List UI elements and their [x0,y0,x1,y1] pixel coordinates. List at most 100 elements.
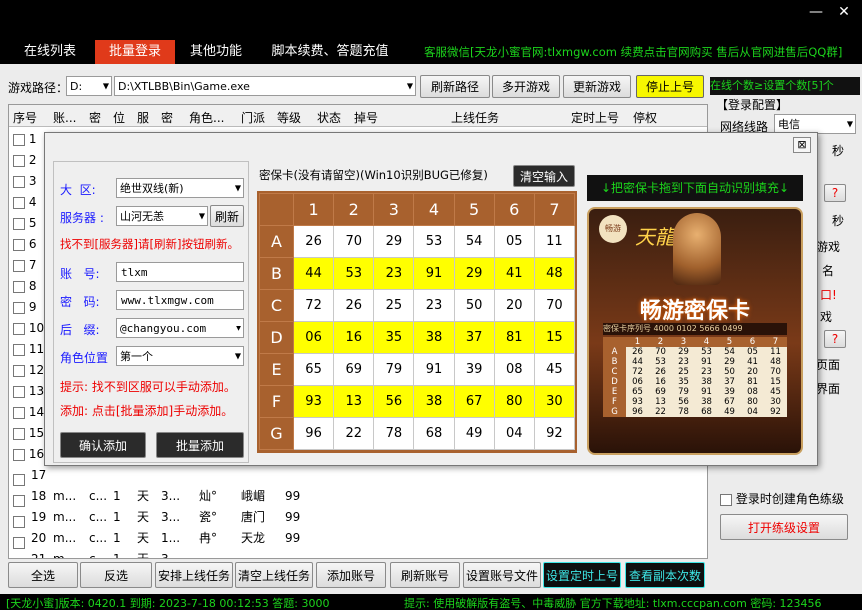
row-checkbox[interactable] [13,385,25,398]
suffix-select[interactable]: @changyou.com ▼ [116,318,244,338]
invert-select-button[interactable]: 反选 [80,562,152,588]
card-cell[interactable]: 29 [453,257,495,290]
card-cell[interactable]: 04 [493,417,535,450]
card-cell[interactable]: 41 [493,257,535,290]
table-row[interactable]: 6 [9,234,49,255]
card-cell[interactable]: 26 [333,289,375,322]
row-checkbox[interactable] [13,448,25,461]
clear-task-button[interactable]: 清空上线任务 [235,562,313,588]
tab-renew[interactable]: 脚本续费、答题充值 [260,40,400,64]
row-checkbox[interactable] [13,343,25,356]
card-cell[interactable]: 15 [533,321,576,354]
row-checkbox[interactable] [13,238,25,251]
card-cell[interactable]: 91 [413,257,455,290]
row-checkbox[interactable] [13,175,25,188]
card-cell[interactable]: 23 [373,257,415,290]
table-row[interactable]: 13 [9,381,49,402]
card-cell[interactable]: 91 [413,353,455,386]
help-button[interactable]: ? [824,184,846,202]
card-cell[interactable]: 38 [413,385,455,418]
table-row[interactable]: 11 [9,339,49,360]
card-cell[interactable]: 30 [533,385,576,418]
role-select[interactable]: 第一个 ▼ [116,346,244,366]
minimize-icon[interactable]: — [806,4,826,24]
card-cell[interactable]: 05 [493,225,535,258]
tab-other[interactable]: 其他功能 [180,40,252,64]
support-notice[interactable]: 客服微信[天龙小蜜官网:tlxmgw.com 续费点击官网购买 售后从官网进售后… [424,40,860,64]
row-checkbox[interactable] [13,406,25,419]
account-file-button[interactable]: 设置账号文件 [463,562,541,588]
line-select[interactable]: 电信 ▼ [774,114,856,134]
card-cell[interactable]: 68 [413,417,455,450]
row-checkbox[interactable] [13,322,25,335]
account-field[interactable]: tlxm [116,262,244,282]
create-role-checkbox[interactable]: 登录时创建角色练级 [720,490,844,507]
card-cell[interactable]: 70 [533,289,576,322]
col-level[interactable]: 等级 [277,109,301,126]
card-cell[interactable]: 67 [453,385,495,418]
row-checkbox[interactable] [13,280,25,293]
table-row[interactable]: 1 [9,129,49,150]
card-cell[interactable]: 25 [373,289,415,322]
table-row[interactable]: 14 [9,402,49,423]
table-row[interactable]: 16 [9,444,49,465]
password-field[interactable]: www.tlxmgw.com [116,290,244,310]
card-cell[interactable]: 39 [453,353,495,386]
card-cell[interactable]: 96 [292,417,335,450]
card-cell[interactable]: 53 [333,257,375,290]
table-row[interactable]: 10 [9,318,49,339]
close-icon[interactable]: ✕ [834,4,854,24]
clear-input-button[interactable]: 清空输入 [513,165,575,187]
card-cell[interactable]: 65 [292,353,335,386]
tab-online-list[interactable]: 在线列表 [14,40,86,64]
server-select[interactable]: 山河无恙 ▼ [116,206,208,226]
col-task[interactable]: 上线任务 [451,109,499,126]
col-drop[interactable]: 掉号 [354,109,378,126]
row-checkbox[interactable] [13,515,25,528]
refresh-server-button[interactable]: 刷新 [210,205,244,227]
batch-add-button[interactable]: 批量添加 [156,432,244,458]
card-cell[interactable]: 54 [453,225,495,258]
table-row[interactable]: 12 [9,360,49,381]
dungeon-count-button[interactable]: 查看副本次数 [625,562,705,588]
col-account[interactable]: 账... [53,109,76,126]
col-server[interactable]: 服 [137,109,149,126]
select-all-button[interactable]: 全选 [8,562,78,588]
row-checkbox[interactable] [13,196,25,209]
card-drop-zone[interactable]: 天龍八部 畅游 畅游密保卡 密保卡序列号 4000 0102 5666 0499… [587,207,803,455]
table-row[interactable]: 8 [9,276,49,297]
col-no[interactable]: 序号 [13,109,37,126]
card-cell[interactable]: 72 [292,289,335,322]
row-checkbox[interactable] [13,364,25,377]
row-checkbox[interactable] [13,154,25,167]
multi-open-button[interactable]: 多开游戏 [492,75,560,98]
dialog-close-button[interactable]: ⊠ [793,137,811,153]
card-cell[interactable]: 06 [292,321,335,354]
open-leveling-button[interactable]: 打开练级设置 [720,514,848,540]
card-cell[interactable]: 79 [373,353,415,386]
table-row[interactable]: 18 m... c... 1 天 3... 灿° 峨嵋 99 [9,486,707,507]
row-checkbox[interactable] [13,301,25,314]
card-cell[interactable]: 26 [292,225,335,258]
table-row[interactable]: 19 m... c... 1 天 3... 瓷° 唐门 99 [9,507,707,528]
card-cell[interactable]: 78 [373,417,415,450]
card-cell[interactable]: 45 [533,353,576,386]
card-cell[interactable]: 49 [453,417,495,450]
row-checkbox[interactable] [13,133,25,146]
confirm-add-button[interactable]: 确认添加 [60,432,146,458]
card-cell[interactable]: 81 [493,321,535,354]
table-row[interactable]: 3 [9,171,49,192]
table-row[interactable]: 9 [9,297,49,318]
card-cell[interactable]: 50 [453,289,495,322]
card-cell[interactable]: 16 [333,321,375,354]
card-cell[interactable]: 44 [292,257,335,290]
col-timer[interactable]: 定时上号 [571,109,619,126]
table-row[interactable]: 17 [9,465,707,486]
col-role[interactable]: 角色... [189,109,224,126]
card-cell[interactable]: 92 [533,417,576,450]
card-cell[interactable]: 20 [493,289,535,322]
row-checkbox[interactable] [13,473,25,486]
card-cell[interactable]: 29 [373,225,415,258]
card-cell[interactable]: 08 [493,353,535,386]
table-row[interactable]: 20 m... c... 1 天 1... 冉° 天龙 99 [9,528,707,549]
